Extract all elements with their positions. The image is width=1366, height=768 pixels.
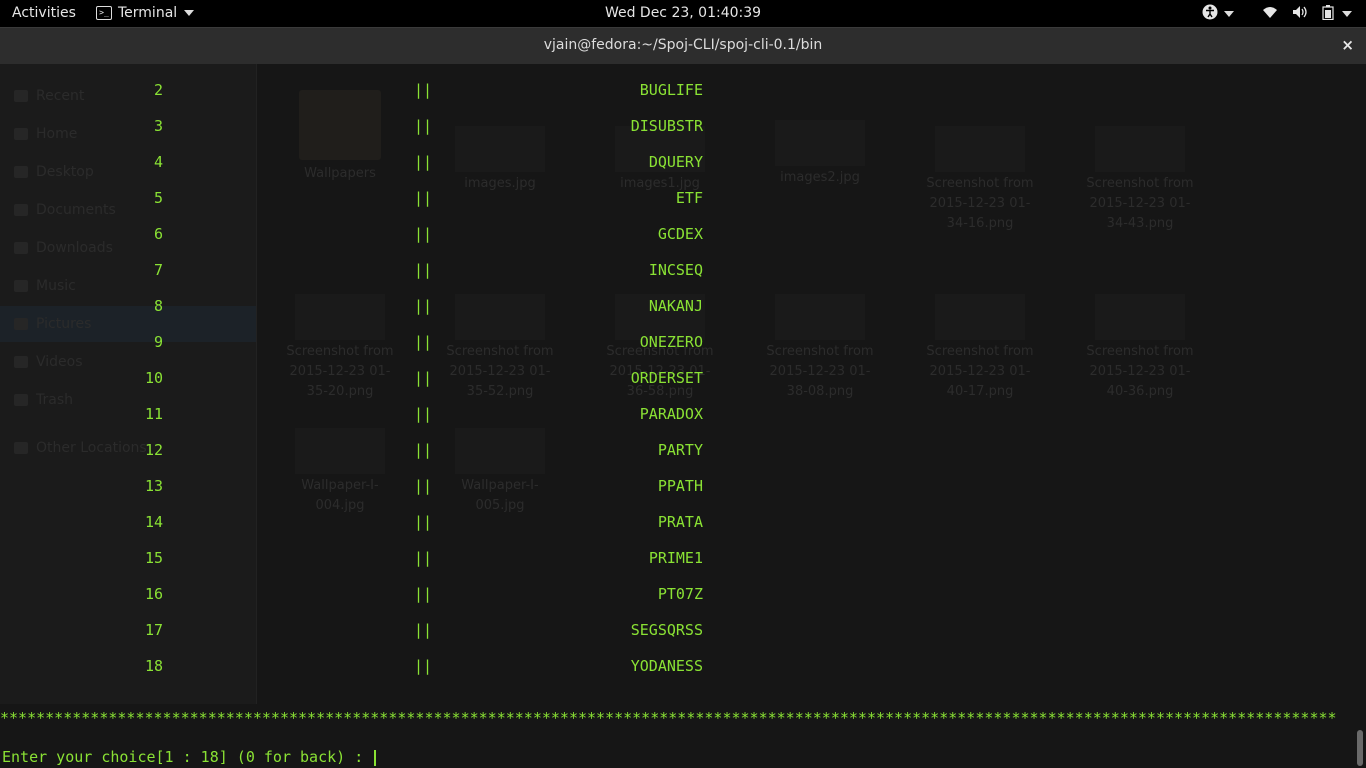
problem-code: PT07Z	[657, 585, 703, 603]
problem-number: 17	[144, 621, 163, 639]
problem-code: DQUERY	[648, 153, 703, 171]
problem-row: 10 || ORDERSET	[0, 361, 1366, 397]
column-separator: ||	[414, 477, 433, 495]
column-separator: ||	[414, 117, 433, 135]
problem-code: PRIME1	[648, 549, 703, 567]
system-tray[interactable]	[1188, 4, 1352, 24]
problem-row: 13 || PPATH	[0, 469, 1366, 505]
close-icon[interactable]: ×	[1341, 36, 1354, 54]
separator-line: ****************************************…	[0, 709, 1337, 727]
problem-code: SEGSQRSS	[630, 621, 703, 639]
problem-code: PARADOX	[639, 405, 703, 423]
clock[interactable]: Wed Dec 23, 01:40:39	[605, 5, 761, 21]
column-separator: ||	[414, 261, 433, 279]
problem-code: INCSEQ	[648, 261, 703, 279]
window-titlebar[interactable]: vjain@fedora:~/Spoj-CLI/spoj-cli-0.1/bin…	[0, 27, 1366, 65]
problem-row: 4 || DQUERY	[0, 145, 1366, 181]
window-title: vjain@fedora:~/Spoj-CLI/spoj-cli-0.1/bin	[543, 37, 823, 53]
column-separator: ||	[414, 549, 433, 567]
column-separator: ||	[414, 513, 433, 531]
problem-code: YODANESS	[630, 657, 703, 675]
problem-row: 16 || PT07Z	[0, 577, 1366, 613]
problem-row: 6 || GCDEX	[0, 217, 1366, 253]
prompt-text: Enter your choice[1 : 18] (0 for back) :	[2, 748, 373, 766]
problem-number: 14	[144, 513, 163, 531]
column-separator: ||	[414, 189, 433, 207]
volume-icon[interactable]	[1292, 5, 1308, 23]
battery-icon[interactable]	[1322, 4, 1334, 24]
problem-row: 15 || PRIME1	[0, 541, 1366, 577]
problem-number: 16	[144, 585, 163, 603]
chevron-down-icon[interactable]	[1224, 11, 1234, 17]
problem-number: 3	[153, 117, 163, 135]
problem-row: 18 || YODANESS	[0, 649, 1366, 685]
column-separator: ||	[414, 621, 433, 639]
problem-row: 12 || PARTY	[0, 433, 1366, 469]
problem-code: ONEZERO	[639, 333, 703, 351]
problem-code: BUGLIFE	[639, 81, 703, 99]
problem-number: 7	[153, 261, 163, 279]
problem-number: 8	[153, 297, 163, 315]
problem-number: 6	[153, 225, 163, 243]
activities-button[interactable]: Activities	[12, 5, 76, 21]
problem-number: 13	[144, 477, 163, 495]
problem-row: 7 || INCSEQ	[0, 253, 1366, 289]
column-separator: ||	[414, 81, 433, 99]
problem-code: DISUBSTR	[630, 117, 703, 135]
terminal-icon: >_	[96, 6, 112, 20]
problem-code: PARTY	[657, 441, 703, 459]
problem-code: GCDEX	[657, 225, 703, 243]
problem-number: 10	[144, 369, 163, 387]
top-bar: Activities >_ Terminal Wed Dec 23, 01:40…	[0, 0, 1366, 27]
app-menu-label: Terminal	[118, 5, 178, 21]
column-separator: ||	[414, 405, 433, 423]
problem-number: 5	[153, 189, 163, 207]
chevron-down-icon[interactable]	[1342, 11, 1352, 17]
text-cursor	[374, 749, 377, 766]
column-separator: ||	[414, 225, 433, 243]
scrollbar[interactable]	[1357, 730, 1363, 766]
column-separator: ||	[414, 369, 433, 387]
problem-number: 4	[153, 153, 163, 171]
accessibility-icon[interactable]	[1202, 4, 1218, 24]
problem-row: 5 || ETF	[0, 181, 1366, 217]
problem-row: 9 || ONEZERO	[0, 325, 1366, 361]
problem-number: 9	[153, 333, 163, 351]
problem-code: PPATH	[657, 477, 703, 495]
column-separator: ||	[414, 441, 433, 459]
column-separator: ||	[414, 333, 433, 351]
app-menu[interactable]: >_ Terminal	[96, 5, 195, 21]
column-separator: ||	[414, 657, 433, 675]
column-separator: ||	[414, 297, 433, 315]
problem-row: 2 || BUGLIFE	[0, 73, 1366, 109]
problem-number: 2	[153, 81, 163, 99]
wifi-icon[interactable]	[1262, 5, 1278, 23]
problem-row: 3 || DISUBSTR	[0, 109, 1366, 145]
problem-number: 18	[144, 657, 163, 675]
column-separator: ||	[414, 585, 433, 603]
terminal-area[interactable]: Recent Home Desktop Documents Downloads Music…	[0, 64, 1366, 768]
problem-code: ETF	[675, 189, 703, 207]
prompt-line[interactable]: Enter your choice[1 : 18] (0 for back) :	[2, 748, 377, 766]
problem-row: 17 || SEGSQRSS	[0, 613, 1366, 649]
problem-code: PRATA	[657, 513, 703, 531]
problem-number: 12	[144, 441, 163, 459]
chevron-down-icon	[184, 10, 195, 16]
problem-row: 8 || NAKANJ	[0, 289, 1366, 325]
problem-row: 11 || PARADOX	[0, 397, 1366, 433]
problem-number: 15	[144, 549, 163, 567]
column-separator: ||	[414, 153, 433, 171]
problem-row: 14 || PRATA	[0, 505, 1366, 541]
problem-number: 11	[144, 405, 163, 423]
problem-code: NAKANJ	[648, 297, 703, 315]
problem-code: ORDERSET	[630, 369, 703, 387]
